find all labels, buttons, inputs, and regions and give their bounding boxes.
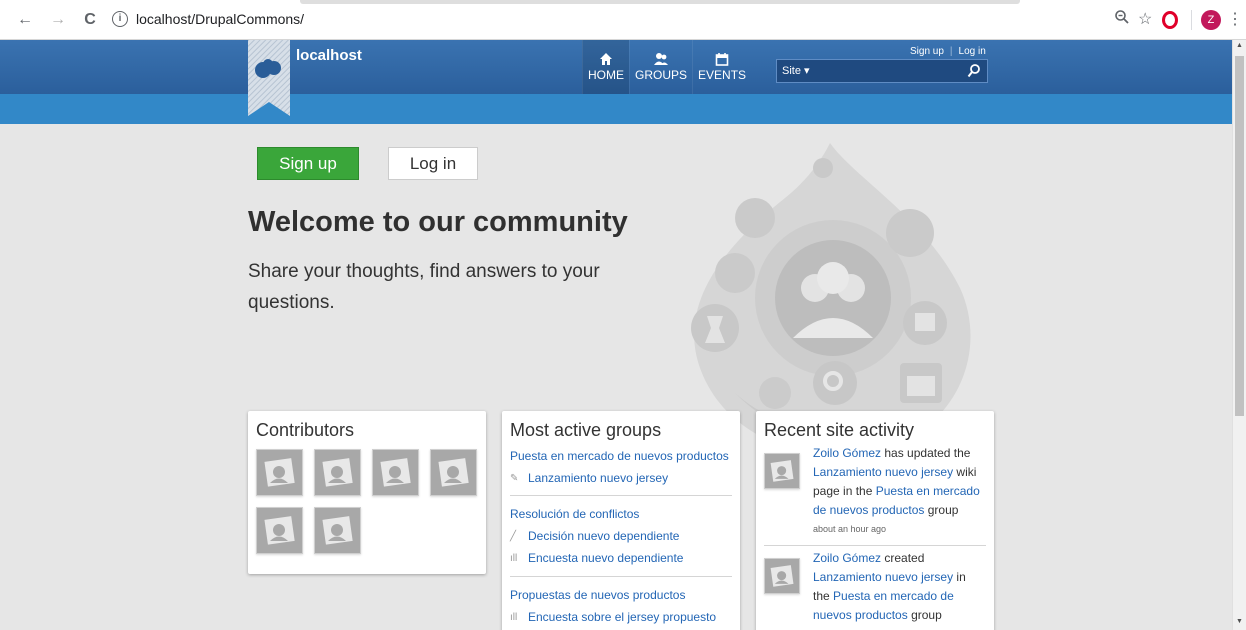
hero-description: Share your thoughts, find answers to you… xyxy=(248,261,600,313)
group-divider xyxy=(510,495,732,496)
poll-icon: ıll xyxy=(510,552,518,564)
group-content-label: Encuesta nuevo dependiente xyxy=(528,551,684,565)
group-content-link[interactable]: ✎ Lanzamiento nuevo jersey xyxy=(510,471,732,485)
group-content-link[interactable]: ╱ Decisión nuevo dependiente xyxy=(510,529,732,543)
home-icon xyxy=(600,53,612,65)
recent-activity-title: Recent site activity xyxy=(764,420,915,440)
group-content-label: Lanzamiento nuevo jersey xyxy=(528,471,669,485)
activity-user-link[interactable]: Zoilo Gómez xyxy=(813,446,881,460)
page-title: Welcome to our community xyxy=(248,206,628,238)
address-bar[interactable]: localhost/DrupalCommons/ xyxy=(136,11,304,27)
site-logo-banner[interactable] xyxy=(248,40,290,116)
header-auth-links: Sign up | Log in xyxy=(910,46,986,57)
activity-item: Zoilo Gómez created Lanzamiento nuevo je… xyxy=(756,549,994,630)
activity-divider xyxy=(764,545,986,546)
group-divider xyxy=(510,576,732,577)
activity-verb: has updated the xyxy=(881,446,971,460)
profile-avatar[interactable]: Z xyxy=(1201,10,1221,30)
scroll-down-arrow[interactable]: ▼ xyxy=(1235,618,1244,625)
active-groups-panel: Most active groups Puesta en mercado de … xyxy=(502,411,740,630)
hero-login-button[interactable]: Log in xyxy=(388,147,478,180)
tab-strip xyxy=(300,0,1020,4)
group-content-link[interactable]: ıll Encuesta sobre el jersey propuesto xyxy=(510,610,732,624)
menu-icon[interactable]: ⋮ xyxy=(1227,9,1243,31)
opera-icon[interactable] xyxy=(1162,11,1178,29)
group-link[interactable]: Puesta en mercado de nuevos productos xyxy=(510,449,732,463)
activity-node-link[interactable]: Lanzamiento nuevo jersey xyxy=(813,570,953,584)
groups-icon xyxy=(654,53,668,65)
search-scope-dropdown[interactable]: Site ▾ xyxy=(782,64,810,77)
activity-node-link[interactable]: Lanzamiento nuevo jersey xyxy=(813,465,953,479)
edit-icon: ✎ xyxy=(510,472,519,484)
calendar-icon xyxy=(715,53,729,66)
reload-button[interactable]: C xyxy=(79,9,101,31)
recent-activity-panel: Recent site activity Zoilo Gómez has upd… xyxy=(756,411,994,630)
group-entry: Propuestas de nuevos productos ıll Encue… xyxy=(502,588,740,624)
activity-text: Zoilo Gómez has updated the Lanzamiento … xyxy=(813,444,983,539)
group-content-link[interactable]: ıll Encuesta nuevo dependiente xyxy=(510,551,732,565)
activity-user-link[interactable]: Zoilo Gómez xyxy=(813,551,881,565)
drupal-drop-watermark xyxy=(691,143,971,456)
search-icon[interactable] xyxy=(967,63,981,79)
activity-text: Zoilo Gómez created Lanzamiento nuevo je… xyxy=(813,549,983,625)
nav-groups[interactable]: GROUPS xyxy=(629,40,692,94)
back-button[interactable]: ← xyxy=(14,9,36,31)
group-link[interactable]: Resolución de conflictos xyxy=(510,507,732,521)
activity-verb: created xyxy=(881,551,925,565)
activity-item: Zoilo Gómez has updated the Lanzamiento … xyxy=(756,444,994,546)
activity-user-avatar[interactable] xyxy=(764,558,800,594)
hero-signup-button[interactable]: Sign up xyxy=(257,147,359,180)
poll-icon: ıll xyxy=(510,611,518,623)
nav-home[interactable]: HOME xyxy=(582,40,629,94)
nav-home-label: HOME xyxy=(588,68,624,82)
contributor-avatar[interactable] xyxy=(256,449,303,496)
site-name[interactable]: localhost xyxy=(296,47,362,64)
group-entry: Puesta en mercado de nuevos productos ✎ … xyxy=(502,449,740,485)
auth-divider: | xyxy=(949,46,953,57)
activity-timestamp: about an hour ago xyxy=(813,524,887,534)
contributor-avatar[interactable] xyxy=(372,449,419,496)
activity-user-avatar[interactable] xyxy=(764,453,800,489)
browser-toolbar: ← → C i localhost/DrupalCommons/ ☆ Z ⋮ xyxy=(0,0,1246,40)
toolbar-divider xyxy=(1191,10,1192,30)
contributors-panel: Contributors xyxy=(248,411,486,574)
search-input[interactable] xyxy=(821,62,961,80)
star-icon[interactable]: ☆ xyxy=(1138,9,1152,31)
nav-events[interactable]: EVENTS xyxy=(692,40,751,94)
page-scrollbar[interactable]: ▲ ▼ xyxy=(1232,40,1246,630)
group-entry: Resolución de conflictos ╱ Decisión nuev… xyxy=(502,507,740,565)
contributor-avatar[interactable] xyxy=(256,507,303,554)
group-content-label: Encuesta sobre el jersey propuesto xyxy=(528,610,717,624)
search-box: Site ▾ xyxy=(776,59,988,83)
contributor-avatar[interactable] xyxy=(314,449,361,496)
scroll-thumb[interactable] xyxy=(1235,56,1244,416)
pencil-icon: ╱ xyxy=(510,530,517,542)
contributors-title: Contributors xyxy=(256,420,355,440)
nav-events-label: EVENTS xyxy=(698,68,747,82)
scroll-up-arrow[interactable]: ▲ xyxy=(1235,42,1244,49)
header-login-link[interactable]: Log in xyxy=(959,46,986,57)
contributor-avatar[interactable] xyxy=(314,507,361,554)
header-signup-link[interactable]: Sign up xyxy=(910,46,944,57)
forward-button[interactable]: → xyxy=(47,9,69,31)
group-link[interactable]: Propuestas de nuevos productos xyxy=(510,588,732,602)
active-groups-title: Most active groups xyxy=(510,420,662,440)
group-content-label: Decisión nuevo dependiente xyxy=(528,529,680,543)
site-info-icon[interactable]: i xyxy=(112,11,128,27)
nav-groups-label: GROUPS xyxy=(635,68,688,82)
activity-end: group xyxy=(924,503,959,517)
activity-end: group xyxy=(907,608,942,622)
contributor-avatar[interactable] xyxy=(430,449,477,496)
zoom-icon[interactable] xyxy=(1114,9,1130,31)
header-subbar xyxy=(0,94,1232,124)
main-navigation: HOME GROUPS EVENTS xyxy=(582,40,751,94)
